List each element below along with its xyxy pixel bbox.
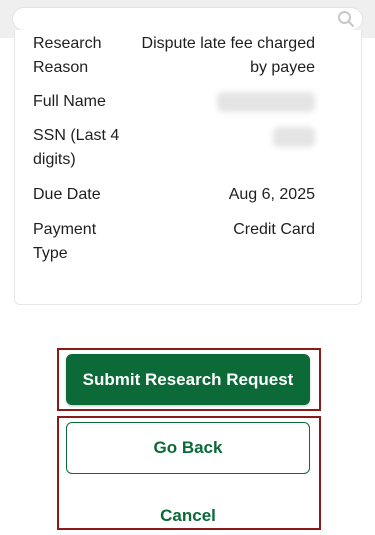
ssn-row: SSN (Last 4 digits)	[33, 124, 315, 172]
payment-type-label: Payment Type	[33, 221, 97, 262]
full-name-label: Full Name	[33, 93, 106, 110]
payment-type-value: Credit Card	[233, 221, 315, 238]
research-reason-row: Research Reason Dispute late fee charged…	[33, 32, 315, 80]
cancel-button[interactable]: Cancel	[66, 504, 310, 528]
due-date-row: Due Date Aug 6, 2025	[33, 183, 315, 207]
due-date-label: Due Date	[33, 186, 101, 203]
due-date-value: Aug 6, 2025	[228, 186, 315, 203]
full-name-row: Full Name	[33, 90, 315, 114]
search-icon[interactable]	[337, 10, 355, 28]
ssn-label: SSN (Last 4 digits)	[33, 127, 120, 168]
go-back-button[interactable]: Go Back	[66, 422, 310, 474]
submit-research-request-button[interactable]: Submit Research Request	[66, 354, 310, 405]
full-name-value-redacted	[217, 92, 315, 112]
research-reason-value: Dispute late fee charged by payee	[141, 35, 315, 76]
search-bar[interactable]	[12, 7, 363, 31]
payment-type-row: Payment Type Credit Card	[33, 218, 315, 266]
ssn-value-redacted	[273, 127, 315, 147]
research-reason-label: Research Reason	[33, 35, 102, 76]
